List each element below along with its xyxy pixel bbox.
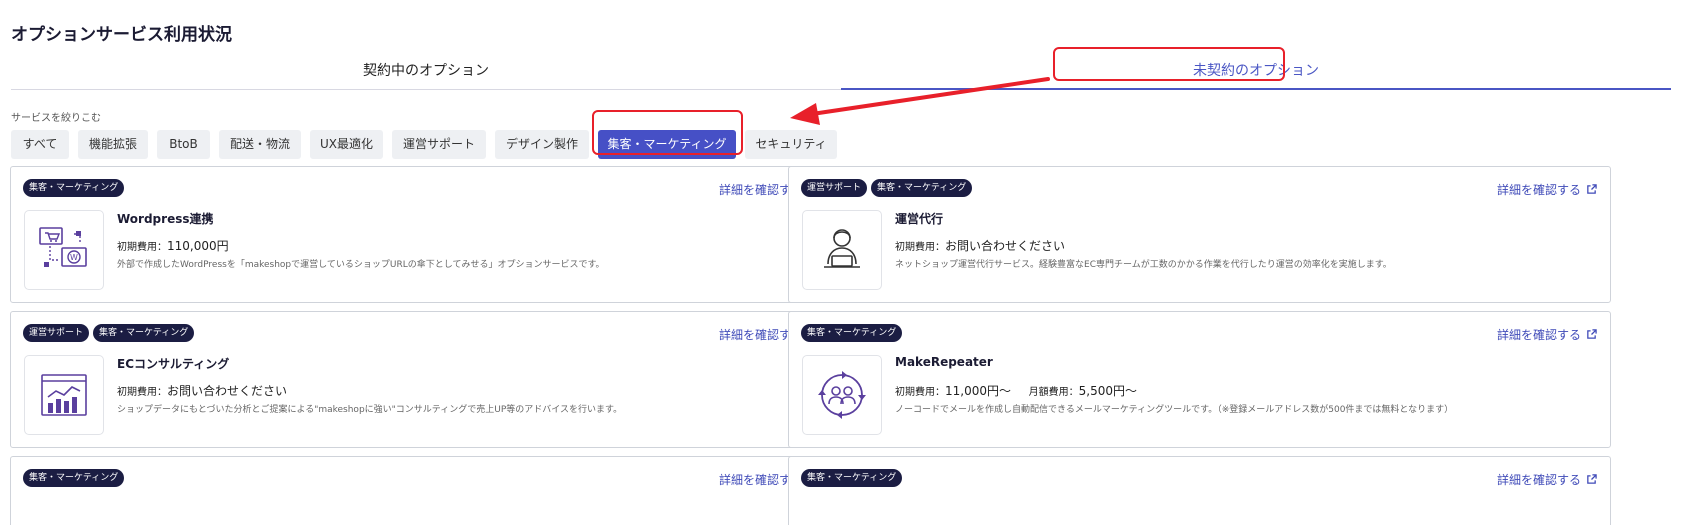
- category-tag: 運営サポート: [23, 324, 90, 342]
- svg-text:W: W: [70, 253, 78, 262]
- option-card-makerepeater: 集客・マーケティング 詳細を確認する MakeRepeater 初期費用：11,…: [788, 311, 1611, 448]
- thumbnail: W: [24, 210, 104, 290]
- filter-chip-ux[interactable]: UX最適化: [310, 130, 383, 159]
- detail-link[interactable]: 詳細を確認する: [1497, 471, 1597, 488]
- thumbnail: [24, 355, 104, 435]
- category-tag: 集客・マーケティング: [801, 469, 903, 487]
- filter-chip-design[interactable]: デザイン製作: [495, 130, 589, 159]
- thumbnail: [802, 355, 882, 435]
- category-tag: 運営サポート: [801, 179, 868, 197]
- option-name: ECコンサルティング: [117, 357, 230, 371]
- filter-chip-shipping[interactable]: 配送・物流: [219, 130, 301, 159]
- external-link-icon: [1587, 329, 1597, 339]
- page-title: オプションサービス利用状況: [11, 25, 232, 45]
- analytics-dashboard-icon: [41, 374, 87, 416]
- option-description: ショップデータにもとづいた分析とご提案による"makeshopに強い"コンサルテ…: [117, 405, 623, 415]
- operator-icon: [824, 229, 860, 268]
- filter-chip-extension[interactable]: 機能拡張: [78, 130, 148, 159]
- option-card: 集客・マーケティング 詳細を確認する: [788, 456, 1611, 525]
- option-price: 初期費用：110,000円: [117, 239, 229, 253]
- option-price: 初期費用：11,000円〜 月額費用：5,500円〜: [895, 384, 1138, 398]
- category-tag: 集客・マーケティング: [23, 469, 125, 487]
- filter-chip-all[interactable]: すべて: [11, 130, 69, 159]
- repeat-users-icon: [818, 371, 866, 419]
- category-tag: 集客・マーケティング: [93, 324, 195, 342]
- filter-chip-operation-support[interactable]: 運営サポート: [392, 130, 486, 159]
- filter-chip-marketing[interactable]: 集客・マーケティング: [598, 130, 736, 159]
- option-name: 運営代行: [895, 212, 944, 226]
- option-price: 初期費用：お問い合わせください: [117, 384, 288, 398]
- category-tag: 集客・マーケティング: [801, 324, 903, 342]
- detail-link[interactable]: 詳細を確認する: [1497, 326, 1597, 343]
- option-card-ec-consulting: 運営サポート 集客・マーケティング 詳細を確認する ECコンサルティング 初期費…: [10, 311, 833, 448]
- option-name: MakeRepeater: [895, 355, 993, 369]
- option-card: 集客・マーケティング 詳細を確認する: [10, 456, 833, 525]
- external-link-icon: [1587, 184, 1597, 194]
- filter-chip-security[interactable]: セキュリティ: [745, 130, 837, 159]
- thumbnail: [802, 210, 882, 290]
- category-tag: 集客・マーケティング: [871, 179, 973, 197]
- option-tabs: 契約中のオプション 未契約のオプション: [11, 52, 1671, 90]
- option-description: ネットショップ運営代行サービス。経験豊富なEC専門チームが工数のかかる作業を代行…: [895, 260, 1392, 270]
- wordpress-integration-icon: W: [39, 227, 87, 267]
- option-description: 外部で作成したWordPressを「makeshopで運営しているショップURL…: [117, 260, 605, 270]
- filter-chip-btob[interactable]: BtoB: [157, 130, 210, 159]
- option-card-operation-agency: 運営サポート 集客・マーケティング 詳細を確認する 運営代行 初期費用：お問い合…: [788, 166, 1611, 303]
- detail-link[interactable]: 詳細を確認する: [1497, 181, 1597, 198]
- option-description: ノーコードでメールを作成し自動配信できるメールマーケティングツールです。（※登録…: [895, 405, 1454, 415]
- category-tag: 集客・マーケティング: [23, 179, 125, 197]
- tab-contracted-options[interactable]: 契約中のオプション: [11, 52, 841, 90]
- option-price: 初期費用：お問い合わせください: [895, 239, 1066, 253]
- filter-label: サービスを絞りこむ: [11, 113, 101, 124]
- external-link-icon: [1587, 474, 1597, 484]
- tab-uncontracted-options[interactable]: 未契約のオプション: [841, 52, 1671, 90]
- option-name: Wordpress連携: [117, 212, 214, 226]
- option-card-wordpress: 集客・マーケティング 詳細を確認する W Wordpress連携 初期費用：11…: [10, 166, 833, 303]
